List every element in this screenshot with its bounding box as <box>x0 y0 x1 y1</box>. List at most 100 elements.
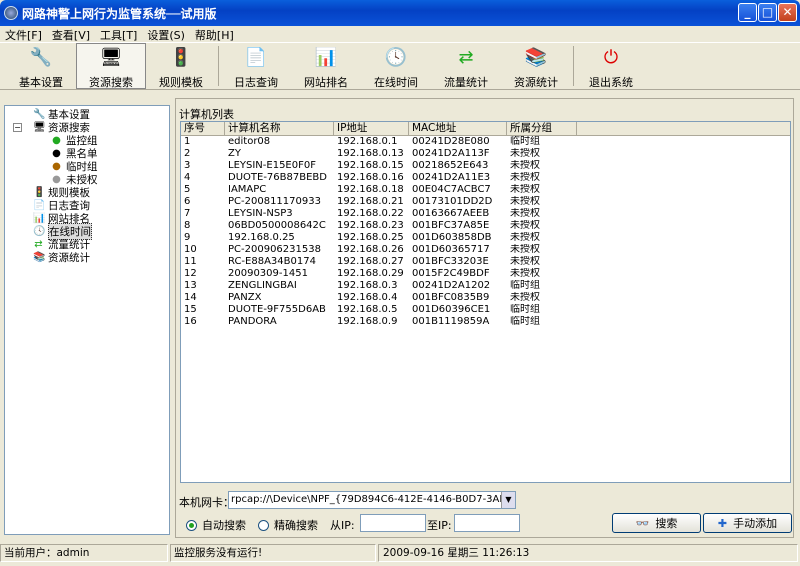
table-row[interactable]: 2 ZY 192.168.0.13 00241D2A113F 未授权 <box>181 148 790 160</box>
radio-selected-icon <box>186 519 197 531</box>
table-cell: 192.168.0.16 <box>337 172 404 183</box>
table-row[interactable]: 13 ZENGLINGBAI 192.168.0.3 00241D2A1202 临时组 <box>181 280 790 292</box>
from-ip-input[interactable] <box>360 514 426 532</box>
table-cell: 1 <box>184 136 191 147</box>
table-row[interactable]: 8 06BD0500008642C 192.168.0.23 001BFC37A85E… <box>181 220 790 232</box>
radio-unselected-icon <box>258 519 269 531</box>
nic-select[interactable]: rpcap://\Device\NPF_{79D894C6-412E-4146-… <box>228 491 516 509</box>
table-row[interactable]: 7 LEYSIN-NSP3 192.168.0.22 00163667AEEB 未授权 <box>181 208 790 220</box>
maximize-button[interactable]: □ <box>758 3 777 22</box>
radio-label: 精确搜索 <box>274 519 318 532</box>
column-header[interactable]: 所属分组 <box>507 122 577 135</box>
table-row[interactable]: 15 DUOTE-9F755D6AB 192.168.0.5 001D60396CE1… <box>181 304 790 316</box>
to-ip-label: 至IP: <box>427 519 452 532</box>
table-row[interactable]: 10 PC-200906231538 192.168.0.26 001D6036571… <box>181 244 790 256</box>
table-row[interactable]: 4 DUOTE-76B87BEBD 192.168.0.16 00241D2A11E3… <box>181 172 790 184</box>
table-row[interactable]: 5 IAMAPC 192.168.0.18 00E04C7ACBC7 未授权 <box>181 184 790 196</box>
toolbar-resource-stats-button[interactable]: 📚 资源统计 <box>501 43 571 89</box>
menu-file[interactable]: 文件[F] <box>0 26 47 42</box>
table-row[interactable]: 14 PANZX 192.168.0.4 001BFC0835B9 未授权 <box>181 292 790 304</box>
manual-add-button[interactable]: ✚ 手动添加 <box>703 513 792 533</box>
title-bar: 网路神警上网行为监管系统──试用版 _ □ ✕ <box>0 0 800 26</box>
toolbar-separator <box>218 46 219 86</box>
blacklist-icon: ● <box>52 148 61 159</box>
table-cell: 001D60396CE1 <box>412 304 491 315</box>
panel-title: 计算机列表 <box>179 108 234 121</box>
toolbar: 🔧 基本设置 🖥 资源搜索 🚦 规则模板 📄 日志查询 📊 网站排名 🕓 在线时… <box>0 42 800 90</box>
table-cell: 192.168.0.22 <box>337 208 404 219</box>
menu-tools[interactable]: 工具[T] <box>95 26 142 42</box>
table-row[interactable]: 1 editor08 192.168.0.1 00241D28E080 临时组 <box>181 136 790 148</box>
toolbar-exit-button[interactable]: ⏻ 退出系统 <box>576 43 646 89</box>
status-user: 当前用户：admin <box>0 544 168 562</box>
arrows-icon: ⇄ <box>34 239 43 250</box>
toolbar-traffic-stats-button[interactable]: ⇄ 流量统计 <box>431 43 501 89</box>
auto-search-radio[interactable]: 自动搜索 <box>186 517 246 533</box>
tree-item-resource-stats[interactable]: 📚 资源统计 <box>5 251 169 264</box>
radio-label: 自动搜索 <box>202 519 246 532</box>
minimize-button[interactable]: _ <box>738 3 757 22</box>
table-cell: 192.168.0.18 <box>337 184 404 195</box>
column-header[interactable]: MAC地址 <box>409 122 507 135</box>
toolbar-label: 退出系统 <box>589 76 633 89</box>
toolbar-rule-template-button[interactable]: 🚦 规则模板 <box>146 43 216 89</box>
chart-icon: 📊 <box>33 213 46 224</box>
table-cell: 00E04C7ACBC7 <box>412 184 491 195</box>
chevron-down-icon[interactable]: ▼ <box>501 492 515 508</box>
table-cell: 未授权 <box>510 268 540 279</box>
add-icon: ✚ <box>717 516 728 530</box>
table-cell: 15 <box>184 304 197 315</box>
table-cell: 未授权 <box>510 196 540 207</box>
table-row[interactable]: 12 20090309-1451 192.168.0.29 0015F2C49BDF 未… <box>181 268 790 280</box>
table-cell: 00173101DD2D <box>412 196 493 207</box>
table-cell: 00241D2A113F <box>412 148 490 159</box>
table-row[interactable]: 11 RC-E88A34B0174 192.168.0.27 001BFC33203E… <box>181 256 790 268</box>
toolbar-label: 资源统计 <box>514 76 558 89</box>
toolbar-resource-search-button[interactable]: 🖥 资源搜索 <box>76 43 146 89</box>
column-header[interactable]: IP地址 <box>334 122 409 135</box>
table-row[interactable]: 16 PANDORA 192.168.0.9 001B1119859A 临时组 <box>181 316 790 328</box>
table-row[interactable]: 9 192.168.0.25 192.168.0.25 001D603858DB 未授权 <box>181 232 790 244</box>
search-button[interactable]: 👓 搜索 <box>612 513 701 533</box>
toolbar-log-query-button[interactable]: 📄 日志查询 <box>221 43 291 89</box>
menu-view[interactable]: 查看[V] <box>47 26 95 42</box>
toolbar-label: 规则模板 <box>159 76 203 89</box>
table-row[interactable]: 3 LEYSIN-E15E0F0F 192.168.0.15 00218652E643… <box>181 160 790 172</box>
table-cell: 未授权 <box>510 148 540 159</box>
toolbar-label: 日志查询 <box>234 76 278 89</box>
table-cell: 001BFC0835B9 <box>412 292 490 303</box>
column-header[interactable]: 序号 <box>181 122 225 135</box>
table-cell: DUOTE-9F755D6AB <box>228 304 326 315</box>
table-cell: LEYSIN-NSP3 <box>228 208 293 219</box>
toolbar-basic-settings-button[interactable]: 🔧 基本设置 <box>6 43 76 89</box>
traffic-light-icon: 🚦 <box>169 47 193 68</box>
table-cell: 12 <box>184 268 197 279</box>
menu-settings[interactable]: 设置(S) <box>142 26 190 42</box>
table-cell: 192.168.0.13 <box>337 148 404 159</box>
window-title: 网路神警上网行为监管系统──试用版 <box>22 6 217 21</box>
exact-search-radio[interactable]: 精确搜索 <box>258 517 318 533</box>
nav-tree: 🔧 基本设置 − 🖥 资源搜索 ● 监控组 ● 黑名单 ● 临时组 ● 未授权 … <box>4 105 170 535</box>
column-header[interactable]: 计算机名称 <box>225 122 334 135</box>
arrows-icon: ⇄ <box>458 47 474 68</box>
temp-group-icon: ● <box>52 161 61 172</box>
close-button[interactable]: ✕ <box>778 3 797 22</box>
computer-table[interactable]: 序号 计算机名称 IP地址 MAC地址 所属分组 1 editor08 192.16… <box>180 121 791 483</box>
menu-help[interactable]: 帮助[H] <box>190 26 239 42</box>
table-cell: 00163667AEEB <box>412 208 490 219</box>
table-cell: 001D603858DB <box>412 232 492 243</box>
table-cell: 未授权 <box>510 184 540 195</box>
table-body: 1 editor08 192.168.0.1 00241D28E080 临时组 2 ZY 19… <box>181 136 790 328</box>
unauthorized-icon: ● <box>52 174 61 185</box>
status-datetime: 2009-09-16 星期三 11:26:13 <box>378 544 798 562</box>
search-button-label: 搜索 <box>655 517 678 530</box>
toolbar-online-time-button[interactable]: 🕓 在线时间 <box>361 43 431 89</box>
table-cell: 192.168.0.4 <box>337 292 398 303</box>
table-row[interactable]: 6 PC-200811170933 192.168.0.21 00173101DD2D… <box>181 196 790 208</box>
to-ip-input[interactable] <box>454 514 520 532</box>
collapse-icon[interactable]: − <box>13 123 22 132</box>
table-cell: RC-E88A34B0174 <box>228 256 316 267</box>
toolbar-site-ranking-button[interactable]: 📊 网站排名 <box>291 43 361 89</box>
table-cell: 未授权 <box>510 208 540 219</box>
table-cell: PANDORA <box>228 316 277 327</box>
